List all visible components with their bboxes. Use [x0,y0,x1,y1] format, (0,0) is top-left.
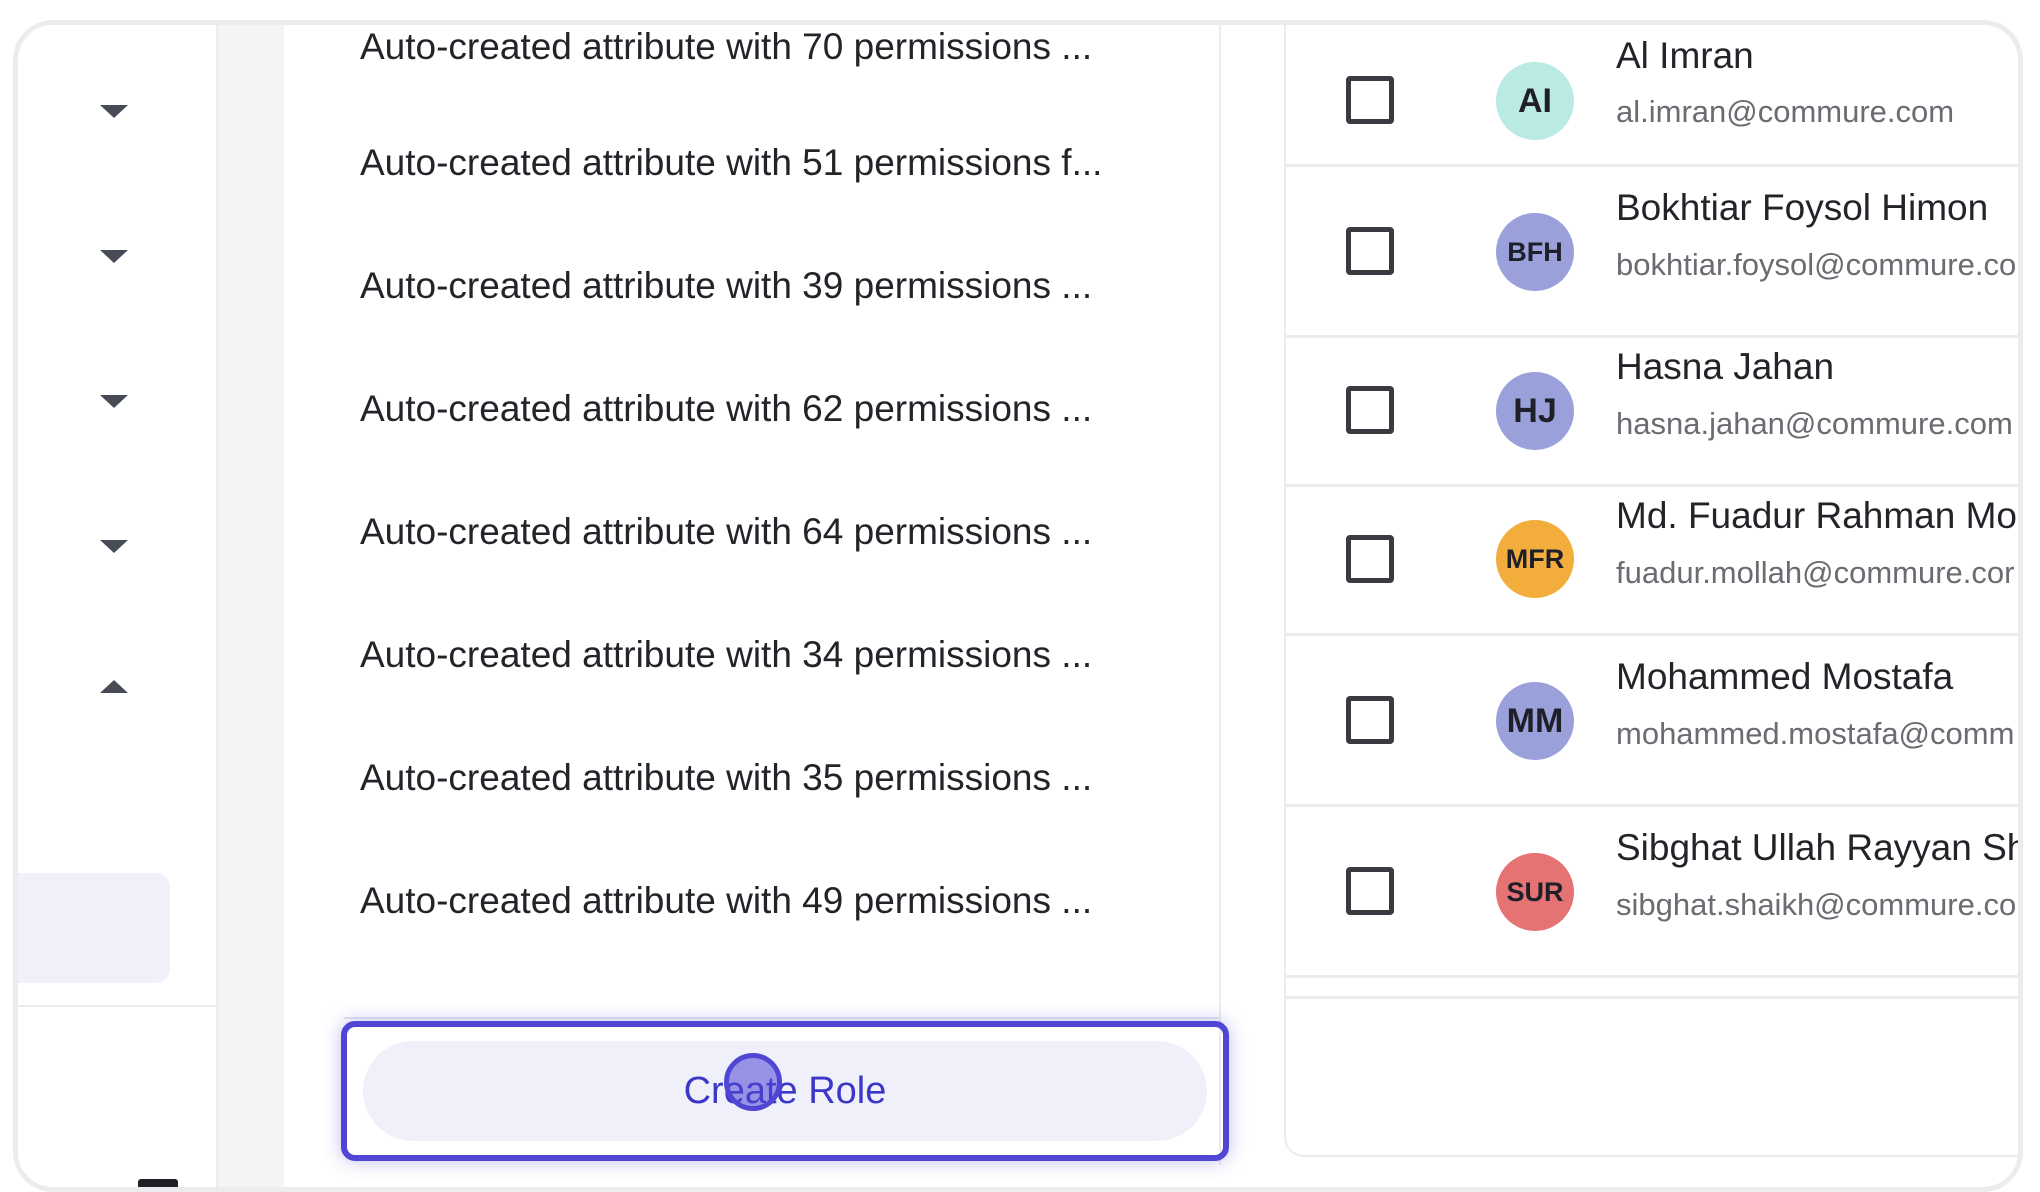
user-name: Sibghat Ullah Rayyan Sha [1616,827,2023,868]
avatar: SUR [1496,853,1574,931]
user-name: Hasna Jahan [1616,346,1835,387]
roles-list-divider [344,1017,1219,1019]
user-row[interactable]: SUR Sibghat Ullah Rayyan Sha sibghat.sha… [1286,807,2023,978]
avatar: AI [1496,62,1574,140]
user-name: Bokhtiar Foysol Himon [1616,187,1989,228]
sidebar-nav [18,25,218,1187]
users-footer-divider [1286,979,2018,999]
role-list-item[interactable]: Auto-created attribute with 70 permissio… [360,25,1092,69]
user-email: fuadur.mollah@commure.cor [1616,555,2015,590]
user-row[interactable]: HJ Hasna Jahan hasna.jahan@commure.com [1286,338,2018,487]
role-list-item[interactable]: Auto-created attribute with 51 permissio… [360,141,1102,185]
avatar: HJ [1496,372,1574,450]
create-role-focus-ring: Create Role [341,1021,1229,1161]
role-list-item[interactable]: Auto-created attribute with 34 permissio… [360,633,1092,677]
user-email: mohammed.mostafa@comm [1616,716,2015,751]
user-checkbox[interactable] [1346,386,1394,434]
chevron-down-icon[interactable] [100,540,128,553]
user-name: Md. Fuadur Rahman Mol [1616,495,2023,536]
chevron-down-icon[interactable] [100,105,128,118]
role-list-item[interactable]: Auto-created attribute with 64 permissio… [360,510,1092,554]
user-email: al.imran@commure.com [1616,94,1955,129]
user-email: hasna.jahan@commure.com [1616,406,2013,441]
users-panel: AI Al Imran al.imran@commure.com BFH Bok… [1284,25,2023,1157]
sidebar-badge [138,1179,178,1187]
click-indicator [724,1053,782,1111]
roles-list-panel [284,25,1219,1187]
user-name: Al Imran [1616,35,1754,76]
user-checkbox[interactable] [1346,535,1394,583]
user-row[interactable]: BFH Bokhtiar Foysol Himon bokhtiar.foyso… [1286,167,2018,338]
sidebar-divider [18,1005,216,1007]
avatar: MM [1496,682,1574,760]
user-email: sibghat.shaikh@commure.co [1616,887,2017,922]
user-checkbox[interactable] [1346,696,1394,744]
role-list-item[interactable]: Auto-created attribute with 39 permissio… [360,264,1092,308]
user-checkbox[interactable] [1346,227,1394,275]
app-window: Auto-created attribute with 70 permissio… [13,20,2023,1192]
avatar: MFR [1496,520,1574,598]
user-row[interactable]: AI Al Imran al.imran@commure.com [1286,25,2018,167]
chevron-down-icon[interactable] [100,250,128,263]
role-list-item[interactable]: Auto-created attribute with 49 permissio… [360,879,1092,923]
role-list-item[interactable]: Auto-created attribute with 62 permissio… [360,387,1092,431]
user-row[interactable]: MM Mohammed Mostafa mohammed.mostafa@com… [1286,636,2018,807]
create-role-button[interactable]: Create Role [363,1041,1207,1141]
avatar: BFH [1496,213,1574,291]
roles-divider [1219,25,1221,1165]
user-checkbox[interactable] [1346,867,1394,915]
user-email: bokhtiar.foysol@commure.co [1616,247,2017,282]
chevron-up-icon[interactable] [100,680,128,693]
chevron-down-icon[interactable] [100,395,128,408]
gutter [218,25,284,1187]
user-checkbox[interactable] [1346,76,1394,124]
user-row[interactable]: MFR Md. Fuadur Rahman Mol fuadur.mollah@… [1286,487,2023,636]
sidebar-item-selected[interactable] [18,873,170,983]
user-name: Mohammed Mostafa [1616,656,1954,697]
role-list-item[interactable]: Auto-created attribute with 35 permissio… [360,756,1092,800]
